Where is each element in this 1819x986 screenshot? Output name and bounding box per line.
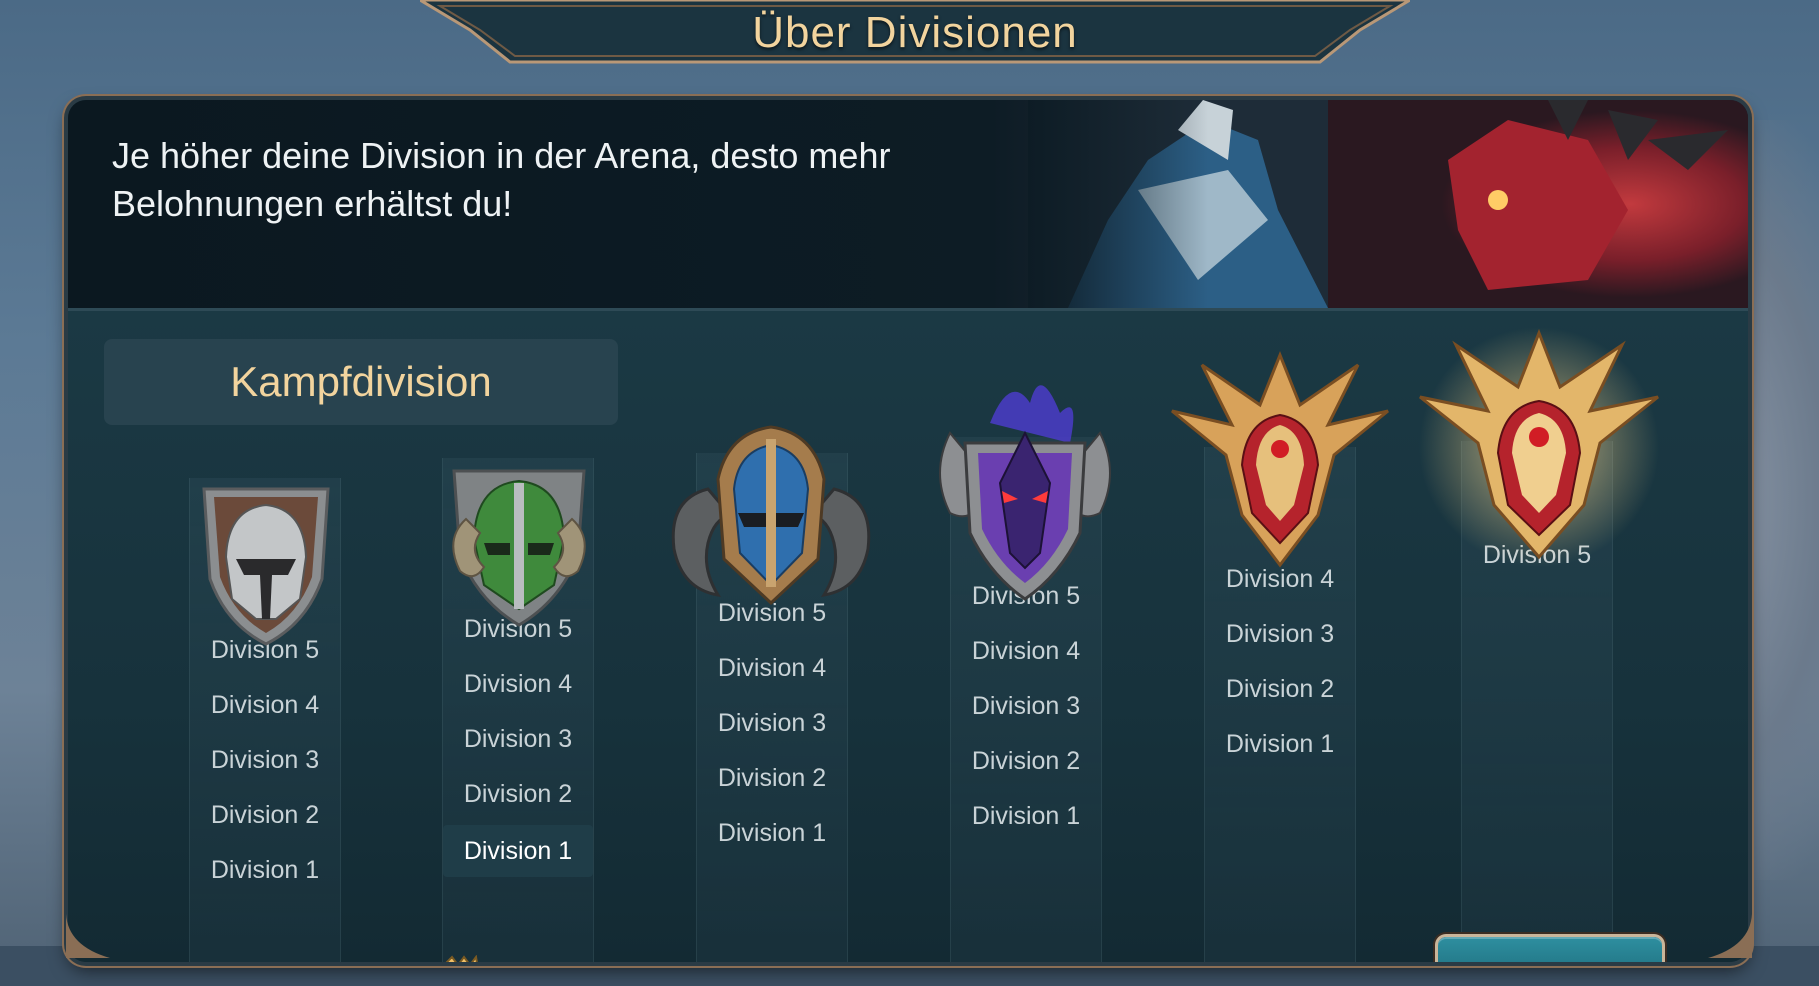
division-label-current: Division 1	[443, 825, 593, 877]
corner-ornament	[1708, 914, 1752, 958]
corner-ornament	[66, 914, 110, 958]
division-label: Division 4	[210, 691, 320, 719]
ranking-button-label: Rangliste	[1438, 937, 1662, 962]
divisions-content: Kampfdivision Division 5 Division 4 Divi…	[68, 311, 1748, 962]
intro-banner: Je höher deine Division in der Arena, de…	[68, 100, 1748, 311]
division-label: Division 3	[463, 725, 573, 753]
division-label: Division 4	[463, 670, 573, 698]
green-ram-helmet-shield-icon	[452, 469, 586, 627]
division-label: Division 3	[1225, 620, 1335, 648]
radiant-golden-crest-icon	[1419, 327, 1659, 567]
division-label: Division 3	[971, 692, 1081, 720]
division-label: Division 3	[717, 709, 827, 737]
division-label: Division 3	[210, 746, 320, 774]
division-label: Division 4	[717, 654, 827, 682]
title-banner: Über Divisionen	[420, 0, 1410, 76]
division-label: Division 2	[717, 764, 827, 792]
division-label: Division 1	[210, 856, 320, 884]
blue-horned-helmet-icon	[671, 425, 871, 606]
golden-winged-crest-icon	[1171, 350, 1389, 568]
tier-title: Kampfdivision	[230, 358, 492, 405]
purple-demon-shield-icon	[939, 385, 1111, 601]
division-label: Division 2	[1225, 675, 1335, 703]
hero-artwork	[1028, 100, 1748, 308]
division-label: Division 4	[971, 637, 1081, 665]
tier-header: Kampfdivision	[104, 339, 618, 425]
player-crown-helmet-icon	[445, 955, 478, 962]
division-label: Division 2	[463, 780, 573, 808]
division-label: Division 2	[971, 747, 1081, 775]
page-title: Über Divisionen	[752, 8, 1078, 57]
intro-text: Je höher deine Division in der Arena, de…	[112, 135, 891, 224]
division-label: Division 2	[210, 801, 320, 829]
divisions-panel: Je höher deine Division in der Arena, de…	[68, 100, 1748, 962]
division-label: Division 1	[717, 819, 827, 847]
silver-helmet-shield-icon	[202, 487, 330, 646]
ranking-button[interactable]: Rangliste	[1438, 937, 1662, 962]
division-label: Division 1	[971, 802, 1081, 830]
division-label: Division 1	[1225, 730, 1335, 758]
